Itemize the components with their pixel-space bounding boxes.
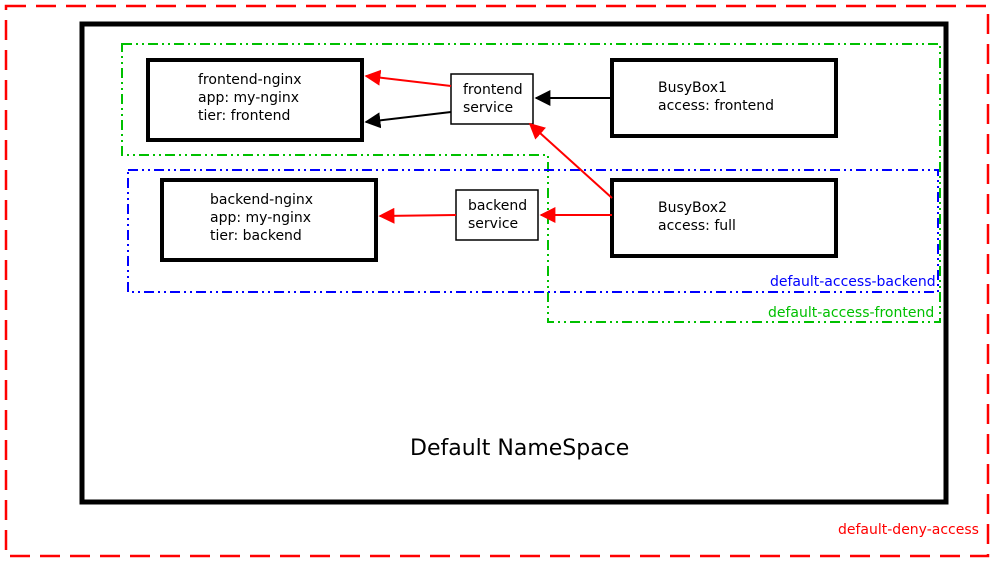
- node-busybox2: BusyBox2 access: full: [612, 180, 836, 256]
- backend-service-line1: backend: [468, 198, 527, 214]
- busybox1-line2: access: frontend: [658, 98, 774, 114]
- node-busybox1: BusyBox1 access: frontend: [612, 60, 836, 136]
- node-frontend-nginx: frontend-nginx app: my-nginx tier: front…: [148, 60, 362, 140]
- node-backend-service: backend service: [456, 190, 538, 240]
- busybox2-line2: access: full: [658, 218, 736, 234]
- busybox1-line1: BusyBox1: [658, 80, 727, 96]
- label-access-backend: default-access-backend: [770, 274, 936, 290]
- label-access-frontend: default-access-frontend: [768, 305, 934, 321]
- backend-service-line2: service: [468, 216, 518, 232]
- namespace-title: Default NameSpace: [410, 436, 629, 461]
- frontend-service-line2: service: [463, 100, 513, 116]
- frontend-service-line1: frontend: [463, 82, 523, 98]
- backend-nginx-line2: app: my-nginx: [210, 210, 311, 226]
- backend-nginx-line1: backend-nginx: [210, 192, 313, 208]
- label-deny-access: default-deny-access: [838, 522, 979, 538]
- node-frontend-service: frontend service: [451, 74, 533, 124]
- frontend-nginx-line1: frontend-nginx: [198, 72, 302, 88]
- node-backend-nginx: backend-nginx app: my-nginx tier: backen…: [162, 180, 376, 260]
- busybox2-line1: BusyBox2: [658, 200, 727, 216]
- arrow-frontendsvc-to-frontendnginx-black: [366, 112, 451, 122]
- arrow-frontendsvc-to-frontendnginx-red: [366, 76, 451, 86]
- backend-nginx-line3: tier: backend: [210, 228, 302, 244]
- frontend-nginx-line3: tier: frontend: [198, 108, 290, 124]
- arrow-busybox2-to-frontendsvc: [530, 124, 612, 198]
- arrow-backendsvc-to-backendnginx: [380, 215, 456, 216]
- frontend-nginx-line2: app: my-nginx: [198, 90, 299, 106]
